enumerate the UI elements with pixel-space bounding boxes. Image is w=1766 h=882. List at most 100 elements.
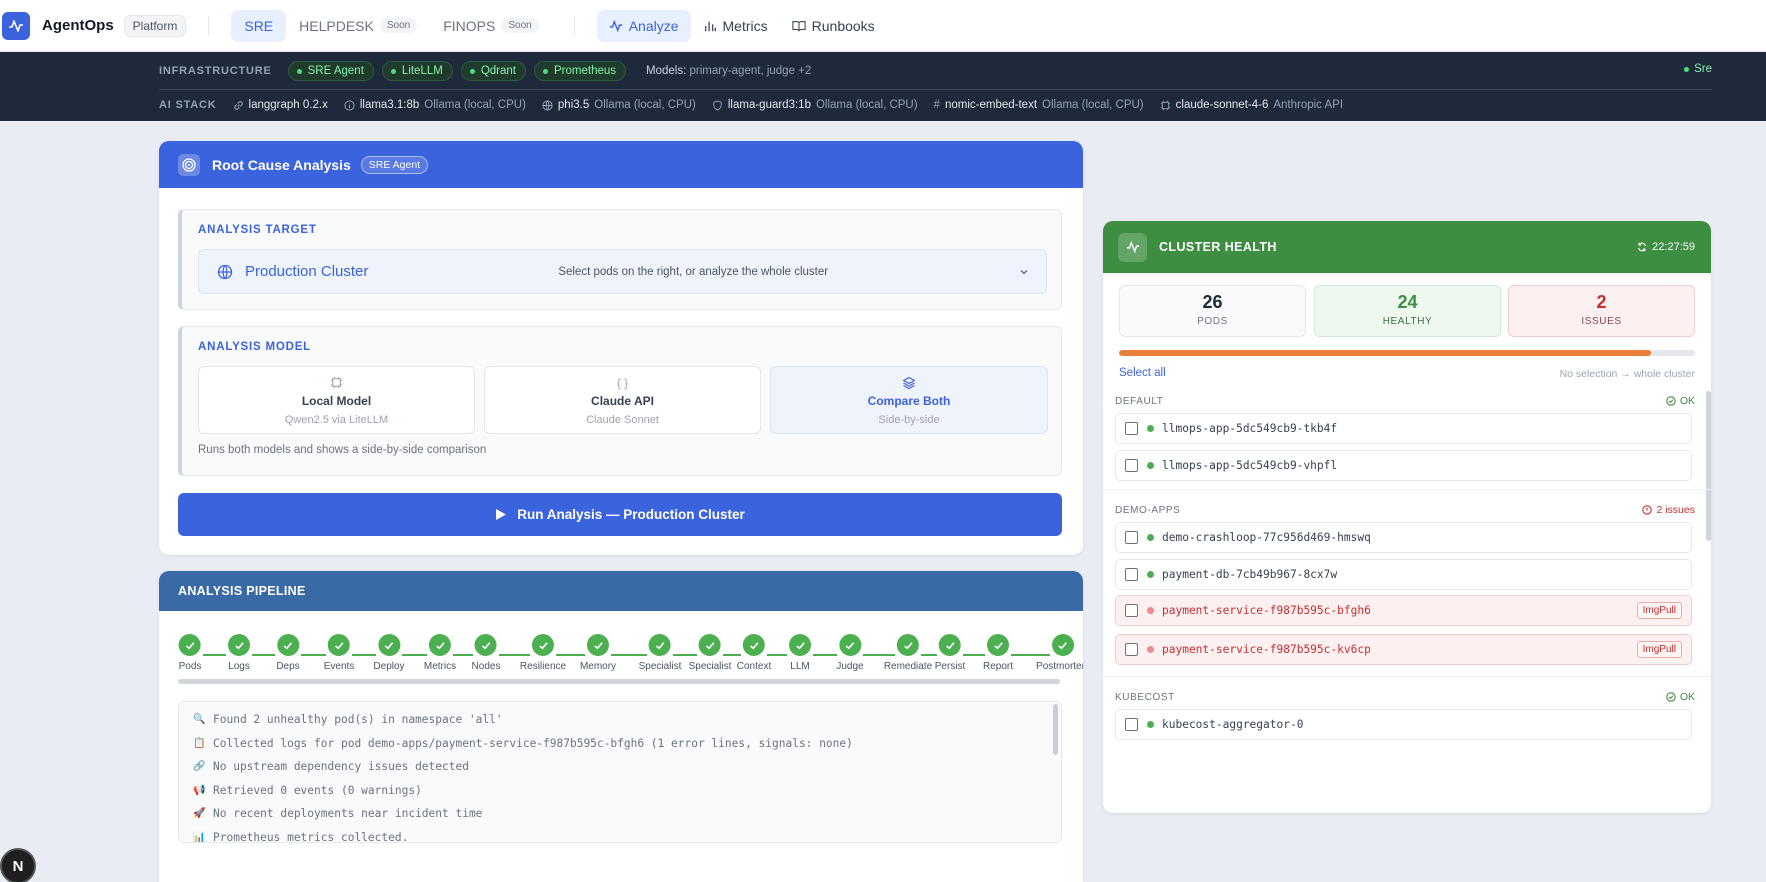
- link-icon: 🔗: [193, 761, 206, 773]
- log-text: Prometheus metrics collected.: [213, 830, 409, 843]
- play-icon: [496, 509, 507, 520]
- namespace-status-label: OK: [1679, 691, 1695, 703]
- log-scrollbar[interactable]: [1053, 704, 1058, 755]
- model-option-local[interactable]: Local Model Qwen2.5 via LiteLLM: [198, 366, 475, 434]
- pod-checkbox[interactable]: [1125, 718, 1138, 731]
- link-icon: [233, 100, 243, 110]
- status-dot: [469, 68, 475, 74]
- select-all-link[interactable]: Select all: [1119, 367, 1166, 379]
- namespace-name: DEFAULT: [1115, 395, 1164, 407]
- log-line: 📢 Retrieved 0 events (0 warnings): [179, 779, 1061, 803]
- pod-name: demo-crashloop-77c956d469-hmswq: [1162, 531, 1371, 544]
- step-label: Events: [323, 661, 355, 672]
- rca-header: Root Cause Analysis SRE Agent: [159, 141, 1083, 188]
- model-option-title: Local Model: [301, 394, 372, 408]
- cpu-icon: [199, 376, 474, 390]
- runbooks-label: Runbooks: [811, 17, 875, 34]
- pod-row[interactable]: llmops-app-5dc549cb9-vhpfl: [1115, 449, 1692, 481]
- pod-list-scrollbar[interactable]: [1706, 391, 1711, 541]
- pipeline-step: Judge: [836, 634, 864, 672]
- stack-sub: Ollama (local, CPU): [424, 99, 526, 111]
- log-line: 🔍 Found 2 unhealthy pod(s) in namespace '…: [179, 708, 1061, 732]
- step-label: Context: [736, 661, 772, 672]
- model-option-sub: Qwen2.5 via LiteLLM: [284, 414, 389, 426]
- check-icon: [699, 634, 721, 656]
- check-icon: [377, 634, 400, 656]
- tab-sre[interactable]: SRE: [231, 9, 287, 42]
- pod-checkbox[interactable]: [1125, 531, 1138, 544]
- pod-row[interactable]: llmops-app-5dc549cb9-tkb4f: [1115, 413, 1692, 444]
- stack-item-llama-guard: llama-guard3:1b Ollama (local, CPU): [712, 99, 918, 111]
- pod-checkbox[interactable]: [1125, 458, 1138, 472]
- models-label: Models:: [646, 65, 687, 77]
- status-dot: [1684, 66, 1690, 72]
- nav-divider: [573, 15, 575, 36]
- namespace-header: DEFAULT OK: [1115, 393, 1695, 409]
- infrastructure-row: INFRASTRUCTURE SRE Agent LiteLLM Qdrant …: [159, 60, 1766, 82]
- check-icon: [587, 634, 609, 656]
- pod-checkbox[interactable]: [1125, 643, 1138, 656]
- pod-row[interactable]: payment-service-f987b595c-kv6cp ImgPull: [1115, 634, 1692, 665]
- analysis-pipeline-card: ANALYSIS PIPELINE Pods Logs Deps Events Depl…: [159, 571, 1083, 882]
- search-icon: 🔍: [193, 714, 206, 726]
- devtools-badge[interactable]: N: [0, 848, 36, 882]
- model-option-sub: Claude Sonnet: [586, 414, 659, 426]
- pod-status-dot: [1147, 534, 1154, 541]
- log-text: Retrieved 0 events (0 warnings): [213, 783, 422, 797]
- pipeline-log: 🔍 Found 2 unhealthy pod(s) in namespace '…: [178, 701, 1062, 843]
- pipeline-step: LLM: [789, 634, 811, 672]
- namespace-status: OK: [1666, 691, 1695, 703]
- model-option-claude[interactable]: { } Claude API Claude Sonnet: [484, 366, 761, 434]
- check-icon: [939, 634, 961, 656]
- tab-label: SRE: [244, 17, 274, 34]
- tab-finops[interactable]: FINOPS Soon: [430, 10, 551, 42]
- pod-status-dot: [1147, 425, 1154, 432]
- pipeline-step: Context: [737, 634, 771, 672]
- alert-circle-icon: [1642, 505, 1653, 515]
- analyze-button[interactable]: Analyze: [596, 9, 691, 42]
- stack-item-llama: llama3.1:8b Ollama (local, CPU): [344, 99, 526, 111]
- target-title: Production Cluster: [245, 263, 369, 280]
- horizontal-scrollbar[interactable]: [178, 679, 1060, 684]
- pod-row[interactable]: payment-service-f987b595c-bfgh6 ImgPull: [1115, 595, 1692, 626]
- model-option-title: Claude API: [591, 394, 654, 408]
- service-badge-label: Prometheus: [554, 65, 617, 77]
- clipboard-icon: 📋: [193, 737, 206, 749]
- pod-name: payment-db-7cb49b967-8cx7w: [1162, 567, 1338, 581]
- pod-checkbox[interactable]: [1125, 422, 1138, 435]
- analysis-target-select[interactable]: Production Cluster Select pods on the ri…: [198, 249, 1047, 294]
- pod-row[interactable]: kubecost-aggregator-0: [1115, 709, 1692, 740]
- check-icon: [276, 634, 299, 656]
- sre-agent-badge: SRE Agent: [360, 155, 429, 174]
- pod-row[interactable]: payment-db-7cb49b967-8cx7w: [1115, 558, 1692, 590]
- run-analysis-button[interactable]: Run Analysis — Production Cluster: [178, 493, 1062, 536]
- no-selection-hint: No selection → whole cluster: [1559, 368, 1695, 380]
- pod-row[interactable]: demo-crashloop-77c956d469-hmswq: [1115, 522, 1692, 553]
- activity-logo-icon[interactable]: [2, 11, 30, 40]
- stat-value: 26: [1202, 292, 1223, 312]
- tab-helpdesk[interactable]: HELPDESK Soon: [286, 10, 430, 42]
- cluster-health-title: CLUSTER HEALTH: [1159, 240, 1277, 254]
- service-badge-sre-agent: SRE Agent: [287, 61, 374, 81]
- analysis-target-label: ANALYSIS TARGET: [198, 224, 317, 236]
- root-cause-analysis-card: Root Cause Analysis SRE Agent ANALYSIS T…: [159, 141, 1083, 555]
- cluster-health-card: CLUSTER HEALTH 22:27:59 26 PODS 24 HEALTHY…: [1103, 221, 1711, 813]
- metrics-button[interactable]: Metrics: [691, 10, 780, 42]
- metrics-label: Metrics: [722, 17, 768, 34]
- cluster-health-header: CLUSTER HEALTH 22:27:59: [1103, 221, 1711, 273]
- runbooks-button[interactable]: Runbooks: [780, 10, 887, 42]
- stat-healthy: 24 HEALTHY: [1314, 285, 1501, 337]
- pod-checkbox[interactable]: [1125, 604, 1138, 617]
- pod-status-dot: [1147, 570, 1154, 578]
- service-badge-label: LiteLLM: [401, 65, 443, 77]
- step-label: Pods: [178, 661, 202, 672]
- stack-name: llama-guard3:1b: [727, 99, 811, 111]
- pod-row[interactable]: kubecost-cloud-cost-95b6cc76b-cl9sp: [1115, 745, 1692, 746]
- cpu-icon: [1160, 100, 1170, 110]
- pod-checkbox[interactable]: [1125, 567, 1138, 581]
- model-option-compare[interactable]: Compare Both Side-by-side: [770, 366, 1048, 434]
- refresh-time[interactable]: 22:27:59: [1637, 241, 1695, 253]
- log-line: 🔗 No upstream dependency issues detected: [179, 755, 1061, 779]
- pod-status-dot: [1147, 721, 1154, 728]
- stack-item-langgraph: langgraph 0.2.x: [233, 99, 328, 111]
